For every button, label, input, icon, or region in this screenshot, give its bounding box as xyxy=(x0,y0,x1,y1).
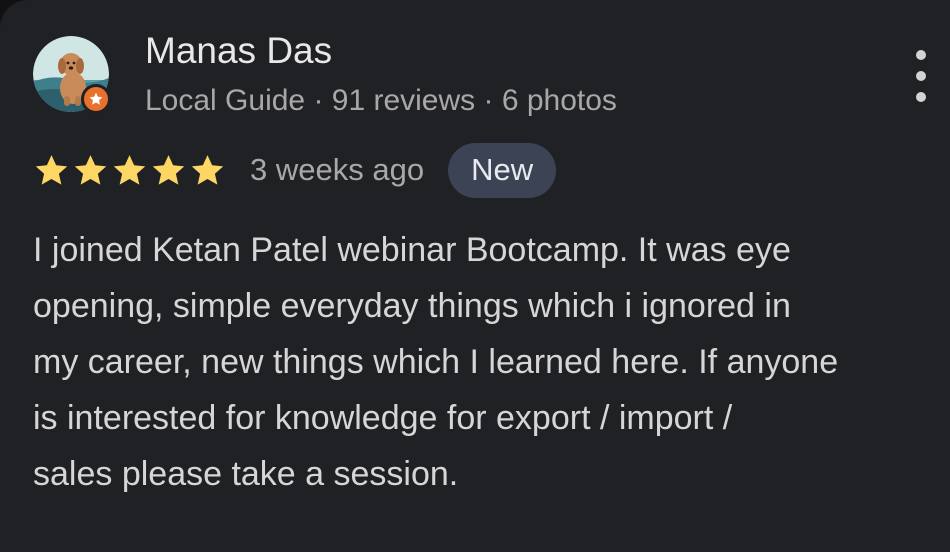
badge-star-icon xyxy=(89,92,103,105)
star-icon xyxy=(74,154,107,185)
star-icon xyxy=(113,154,146,185)
review-card-surface: Manas Das Local Guide · 91 reviews · 6 p… xyxy=(0,0,950,552)
local-guide-star-icon xyxy=(81,84,111,114)
bottom-divider xyxy=(0,548,950,552)
reviewer-meta[interactable]: Local Guide · 91 reviews · 6 photos xyxy=(145,84,617,118)
rating-row: 3 weeks ago New xyxy=(33,142,557,198)
star-icon xyxy=(35,154,68,185)
new-badge: New xyxy=(448,142,557,198)
more-vert-icon-dot xyxy=(916,92,926,102)
more-options-button[interactable] xyxy=(904,50,938,102)
review-time: 3 weeks ago xyxy=(250,152,425,187)
star-icon xyxy=(191,154,224,185)
star-rating xyxy=(33,152,226,189)
reviewer-name[interactable]: Manas Das xyxy=(145,30,332,72)
review-card: Manas Das Local Guide · 91 reviews · 6 p… xyxy=(0,0,950,552)
more-vert-icon-dot xyxy=(916,71,926,81)
star-icon xyxy=(152,154,185,185)
more-vert-icon-dot xyxy=(916,50,926,60)
reviewer-avatar[interactable] xyxy=(33,36,111,114)
review-text: I joined Ketan Patel webinar Bootcamp. I… xyxy=(33,231,839,493)
